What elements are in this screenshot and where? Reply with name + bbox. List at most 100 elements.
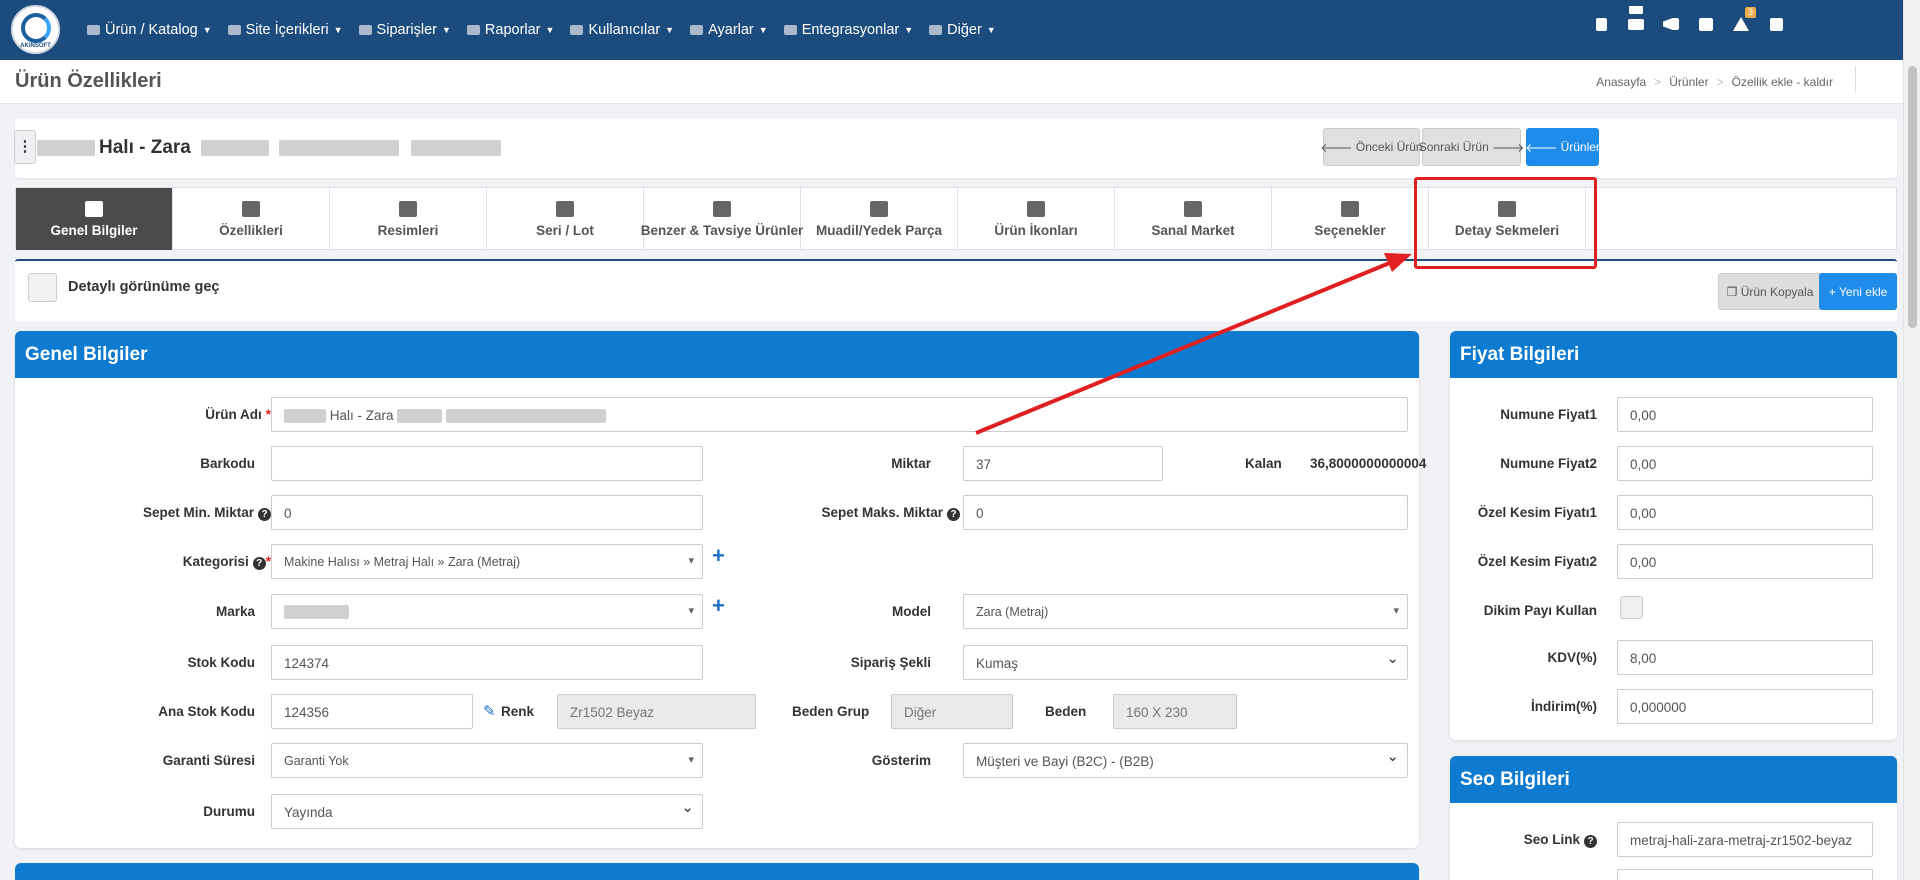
tab-benzer-tavsiye[interactable]: Benzer & Tavsiye Ürünler xyxy=(641,188,803,250)
tab-sanal-market[interactable]: Sanal Market xyxy=(1115,188,1272,250)
tab-seri-lot[interactable]: Seri / Lot xyxy=(487,188,644,250)
nav-kullanicilar[interactable]: Kullanıcılar ▼ xyxy=(570,22,674,38)
tab-resimleri[interactable]: Resimleri xyxy=(330,188,487,250)
price-info-title: Fiyat Bilgileri xyxy=(1450,331,1897,378)
custom-cut-price2-label: Özel Kesim Fiyatı2 xyxy=(1477,554,1597,569)
discount-input[interactable]: 0,000000 xyxy=(1617,689,1873,724)
custom-cut-price2-input[interactable]: 0,00 xyxy=(1617,544,1873,579)
warranty-select[interactable]: Garanti Yok xyxy=(271,743,703,778)
nav-ayarlar[interactable]: Ayarlar ▼ xyxy=(690,22,768,38)
copy-product-button[interactable]: ❐ Ürün Kopyala xyxy=(1718,273,1822,310)
tab-genel-bilgiler[interactable]: Genel Bilgiler xyxy=(16,188,173,250)
caret-down-icon: ▼ xyxy=(986,25,996,35)
tab-ozellikleri[interactable]: Özellikleri xyxy=(173,188,330,250)
seo-link-label: Seo Link? xyxy=(1524,832,1597,848)
color-input[interactable]: Zr1502 Beyaz xyxy=(557,694,756,729)
add-category-icon[interactable]: + xyxy=(712,543,725,569)
size-input[interactable]: 160 X 230 xyxy=(1113,694,1237,729)
product-bar: ⋮ Halı - Zara 🡐 Önceki Ürün Sonraki Ürün… xyxy=(14,118,1897,178)
language-icon[interactable] xyxy=(1628,6,1644,32)
redacted-text xyxy=(284,409,326,424)
warning-icon[interactable]: 3 xyxy=(1733,7,1756,32)
stock-code-input[interactable]: 124374 xyxy=(271,645,703,680)
redacted-text xyxy=(397,409,443,424)
akinsoft-logo[interactable]: AKINSOFT xyxy=(11,5,60,54)
pencil-icon[interactable]: ✎ xyxy=(483,702,496,720)
detail-toolbar: Detaylı görünüme geç ❐ Ürün Kopyala + Ye… xyxy=(15,259,1897,322)
tab-urun-ikonlari[interactable]: Ürün İkonları xyxy=(958,188,1115,250)
display-select[interactable]: Müşteri ve Bayi (B2C) - (B2B) xyxy=(963,743,1408,778)
add-brand-icon[interactable]: + xyxy=(712,593,725,619)
main-stock-code-label: Ana Stok Kodu xyxy=(158,704,255,719)
tab-muadil-yedek[interactable]: Muadil/Yedek Parça xyxy=(801,188,958,250)
sewing-allowance-label: Dikim Payı Kullan xyxy=(1483,603,1597,618)
caret-down-icon: ▼ xyxy=(202,25,212,35)
breadcrumb-home[interactable]: Anasayfa xyxy=(1596,75,1646,89)
sample-price1-input[interactable]: 0,00 xyxy=(1617,397,1873,432)
scrollbar-thumb[interactable] xyxy=(1908,66,1917,328)
tab-secenekler[interactable]: Seçenekler xyxy=(1272,188,1429,250)
images-icon xyxy=(399,200,417,217)
basket-min-input[interactable]: 0 xyxy=(271,495,703,530)
nav-siparisler[interactable]: Siparişler ▼ xyxy=(358,22,451,38)
edit-icon[interactable] xyxy=(1768,16,1784,32)
list-icon xyxy=(1341,200,1359,217)
brand-select[interactable] xyxy=(271,594,703,629)
price-info-panel: Fiyat Bilgileri Numune Fiyat1 0,00 Numun… xyxy=(1450,331,1897,740)
alert-count-badge: 3 xyxy=(1744,7,1756,18)
detailed-view-label: Detaylı görünüme geç xyxy=(68,279,220,295)
status-select[interactable]: Yayında xyxy=(271,794,703,829)
balance-scale-icon xyxy=(713,200,731,217)
detailed-view-checkbox[interactable] xyxy=(28,273,57,302)
question-icon[interactable]: ? xyxy=(258,508,271,521)
page-header: Ürün Özellikleri Anasayfa > Ürünler > Özel… xyxy=(0,60,1903,104)
cogs-icon xyxy=(690,25,704,35)
sample-price2-input[interactable]: 0,00 xyxy=(1617,446,1873,481)
seo-info-title: Seo Bilgileri xyxy=(1450,756,1897,803)
product-name-input[interactable]: Halı - Zara xyxy=(271,397,1408,432)
previous-product-button[interactable]: 🡐 Önceki Ürün xyxy=(1320,128,1423,166)
size-group-input[interactable]: Diğer xyxy=(891,694,1013,729)
bullhorn-icon[interactable] xyxy=(1663,16,1679,32)
book-icon[interactable] xyxy=(1593,16,1609,32)
category-select[interactable]: Makine Halısı » Metraj Halı » Zara (Metr… xyxy=(271,544,703,579)
question-icon[interactable]: ? xyxy=(252,557,266,570)
size-group-label: Beden Grup xyxy=(792,704,870,719)
nav-site-icerikleri[interactable]: Site İçerikleri ▼ xyxy=(227,22,343,38)
quantity-input[interactable]: 37 xyxy=(963,446,1163,481)
breadcrumb-products[interactable]: Ürünler xyxy=(1669,75,1708,89)
vat-input[interactable]: 8,00 xyxy=(1617,640,1873,675)
boxes-icon xyxy=(87,25,100,35)
status-label: Durumu xyxy=(203,804,255,819)
nav-raporlar[interactable]: Raporlar ▼ xyxy=(466,22,554,38)
topbar-icons: 3 xyxy=(1593,6,1784,32)
sample-price1-label: Numune Fiyat1 xyxy=(1500,407,1597,422)
seo-next-input[interactable] xyxy=(1617,869,1873,880)
page-scrollbar[interactable] xyxy=(1903,0,1920,880)
question-icon[interactable]: ? xyxy=(947,508,960,521)
add-new-button[interactable]: + Yeni ekle xyxy=(1819,273,1897,310)
windows-icon[interactable] xyxy=(1698,16,1714,32)
product-title: Halı - Zara xyxy=(37,137,501,159)
model-select[interactable]: Zara (Metraj) xyxy=(963,594,1408,629)
question-icon[interactable]: ? xyxy=(1584,835,1597,848)
next-product-button[interactable]: Sonraki Ürün 🡒 xyxy=(1419,128,1524,166)
copy-icon xyxy=(242,200,260,217)
barcode-input[interactable] xyxy=(271,446,703,481)
plus-icon: + xyxy=(1828,284,1840,299)
products-button[interactable]: 🡐 Ürünler xyxy=(1525,128,1600,166)
redacted-text xyxy=(446,409,607,424)
nav-diger[interactable]: Diğer ▼ xyxy=(929,22,996,38)
main-stock-code-input[interactable]: 124356 xyxy=(271,694,473,729)
nav-entegrasyonlar[interactable]: Entegrasyonlar ▼ xyxy=(783,22,913,38)
order-type-select[interactable]: Kumaş xyxy=(963,645,1408,680)
custom-cut-price1-input[interactable]: 0,00 xyxy=(1617,495,1873,530)
kebab-menu-icon[interactable]: ⋮ xyxy=(14,130,36,164)
order-type-label: Sipariş Şekli xyxy=(850,655,931,670)
caret-down-icon: ▼ xyxy=(333,25,343,35)
caret-down-icon: ▼ xyxy=(665,25,675,35)
seo-link-input[interactable]: metraj-hali-zara-metraj-zr1502-beyaz xyxy=(1617,822,1873,857)
nav-urun-katalog[interactable]: Ürün / Katalog ▼ xyxy=(87,22,212,38)
basket-max-input[interactable]: 0 xyxy=(963,495,1408,530)
sewing-allowance-checkbox[interactable] xyxy=(1620,596,1643,619)
